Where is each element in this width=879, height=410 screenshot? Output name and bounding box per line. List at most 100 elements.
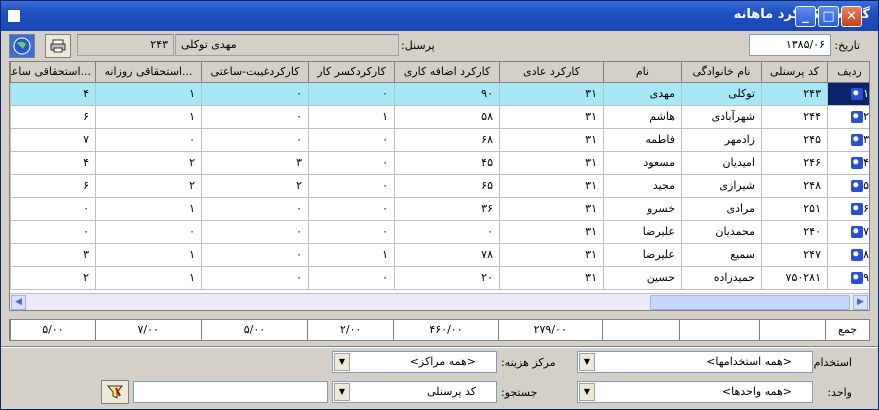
table-cell[interactable]: ۱ [95,81,202,106]
search-by-select[interactable]: کد پرسنلی ▼ [332,381,497,403]
table-cell[interactable]: ۲۴۸ [761,173,828,198]
table-cell[interactable]: ۰ [201,196,309,221]
table-cell[interactable]: ۳۱ [499,150,604,175]
table-cell[interactable]: ۲ [95,150,202,175]
close-button[interactable]: ✕ [841,6,862,27]
column-header[interactable]: ...استحقاقی روزانه [95,62,202,83]
column-header[interactable]: کارکردغیبت-ساعتی [201,62,309,83]
table-cell[interactable]: مرادی [681,196,762,221]
row-number-cell[interactable]: ۹ [827,265,869,290]
row-number-cell[interactable]: ۱ [827,81,869,106]
table-cell[interactable]: ۱ [95,265,202,290]
table-cell[interactable]: محمدیان [681,219,762,244]
table-cell[interactable]: توکلی [681,81,762,106]
table-cell[interactable]: ۰ [95,219,202,244]
table-cell[interactable]: ۲ [201,173,309,198]
column-header[interactable]: کارکردکسر کار [308,62,395,83]
table-cell[interactable]: ۱ [308,242,395,267]
table-cell[interactable]: ۶ [10,104,96,129]
table-cell[interactable]: مجید [603,173,682,198]
table-cell[interactable]: ۱ [95,242,202,267]
window-menu-icon[interactable] [7,9,21,23]
table-cell[interactable]: ۰ [201,219,309,244]
table-row[interactable]: ۵ ۲۴۸ شیرازی مجید ۳۱ ۶۵ ۰ ۲ ۲ ۶ [10,173,869,198]
table-cell[interactable]: ۲ [95,173,202,198]
table-cell[interactable]: ۳ [10,242,96,267]
chevron-down-icon[interactable]: ▼ [579,353,595,371]
scroll-right-button[interactable]: ▶ [853,295,868,310]
table-row[interactable]: ۳ ۲۴۵ زادمهر فاطمه ۳۱ ۶۸ ۰ ۰ ۰ ۷ [10,127,869,152]
row-number-cell[interactable]: ۵ [827,173,869,198]
row-number-cell[interactable]: ۲ [827,104,869,129]
filter-button[interactable] [101,380,129,404]
table-row[interactable]: ۴ ۲۴۶ امیدیان مسعود ۳۱ ۴۵ ۰ ۳ ۲ ۴ [10,150,869,175]
chevron-down-icon[interactable]: ▼ [334,353,350,371]
search-input[interactable] [133,381,328,403]
row-number-cell[interactable]: ۷ [827,219,869,244]
print-button[interactable] [45,34,71,58]
table-cell[interactable]: ۲۰ [394,265,500,290]
table-cell[interactable]: ۰ [308,150,395,175]
date-field[interactable]: ۱۳۸۵/۰۶ [749,34,831,56]
table-cell[interactable]: ۹۰ [394,81,500,106]
table-cell[interactable]: ۰ [201,242,309,267]
column-header[interactable]: ردیف [827,62,869,83]
table-cell[interactable]: ۴ [10,150,96,175]
table-cell[interactable]: ۰ [308,196,395,221]
table-cell[interactable]: ۰ [10,219,96,244]
table-cell[interactable]: ۰ [308,265,395,290]
table-cell[interactable]: ۰ [308,173,395,198]
employment-select[interactable]: <همه استخدامها> ▼ [577,351,813,373]
table-cell[interactable]: ۷ [10,127,96,152]
table-cell[interactable]: ۳۶ [394,196,500,221]
table-cell[interactable]: ۵۸ [394,104,500,129]
column-header[interactable]: نام [603,62,682,83]
table-cell[interactable]: ۳ [201,150,309,175]
table-cell[interactable]: ۳۱ [499,104,604,129]
table-cell[interactable]: ۰ [308,127,395,152]
table-cell[interactable]: خسرو [603,196,682,221]
table-cell[interactable]: حسین [603,265,682,290]
table-cell[interactable]: فاطمه [603,127,682,152]
row-number-cell[interactable]: ۴ [827,150,869,175]
table-cell[interactable]: ۳۱ [499,173,604,198]
minimize-button[interactable]: _ [795,6,816,27]
table-row[interactable]: ۶ ۲۵۱ مرادی خسرو ۳۱ ۳۶ ۰ ۰ ۱ ۰ [10,196,869,221]
maximize-button[interactable]: □ [818,6,839,27]
table-cell[interactable]: ۳۱ [499,81,604,106]
table-cell[interactable]: ۲۴۶ [761,150,828,175]
table-cell[interactable]: ۰ [201,127,309,152]
table-cell[interactable]: ۱ [308,104,395,129]
table-cell[interactable]: حمیدزاده [681,265,762,290]
table-cell[interactable]: ۲۴۳ [761,81,828,106]
table-cell[interactable]: ۲۴۷ [761,242,828,267]
globe-button[interactable] [9,34,35,58]
table-cell[interactable]: ۲۵۱ [761,196,828,221]
data-grid[interactable]: ردیف کد پرسنلی نام خانوادگی نام کارکرد عادی ک… [9,61,870,311]
row-number-cell[interactable]: ۶ [827,196,869,221]
column-header[interactable]: کارکرد عادی [499,62,604,83]
table-cell[interactable]: ۶۵ [394,173,500,198]
table-cell[interactable]: ۰ [308,219,395,244]
row-number-cell[interactable]: ۸ [827,242,869,267]
table-cell[interactable]: ۶ [10,173,96,198]
table-cell[interactable]: ۱ [95,196,202,221]
table-cell[interactable]: شهرآبادی [681,104,762,129]
column-header[interactable]: کد پرسنلی [761,62,828,83]
table-cell[interactable]: مهدی [603,81,682,106]
table-cell[interactable]: ۰ [95,127,202,152]
table-cell[interactable]: شیرازی [681,173,762,198]
table-row[interactable]: ۱ ۲۴۳ توکلی مهدی ۳۱ ۹۰ ۰ ۰ ۱ ۴ [10,81,869,106]
scroll-thumb[interactable] [650,295,850,310]
cost-center-select[interactable]: <همه مراکز> ▼ [332,351,497,373]
table-cell[interactable]: ۰ [201,265,309,290]
unit-select[interactable]: <همه واحدها> ▼ [577,381,813,403]
table-cell[interactable]: ۰ [201,81,309,106]
table-cell[interactable]: زادمهر [681,127,762,152]
table-cell[interactable]: ۳۱ [499,242,604,267]
table-row[interactable]: ۷ ۲۴۰ محمدیان علیرضا ۳۱ ۰ ۰ ۰ ۰ ۰ [10,219,869,244]
column-header[interactable]: نام خانوادگی [681,62,762,83]
table-cell[interactable]: ۴ [10,81,96,106]
table-row[interactable]: ۸ ۲۴۷ سمیع علیرضا ۳۱ ۷۸ ۱ ۰ ۱ ۳ [10,242,869,267]
table-cell[interactable]: علیرضا [603,219,682,244]
